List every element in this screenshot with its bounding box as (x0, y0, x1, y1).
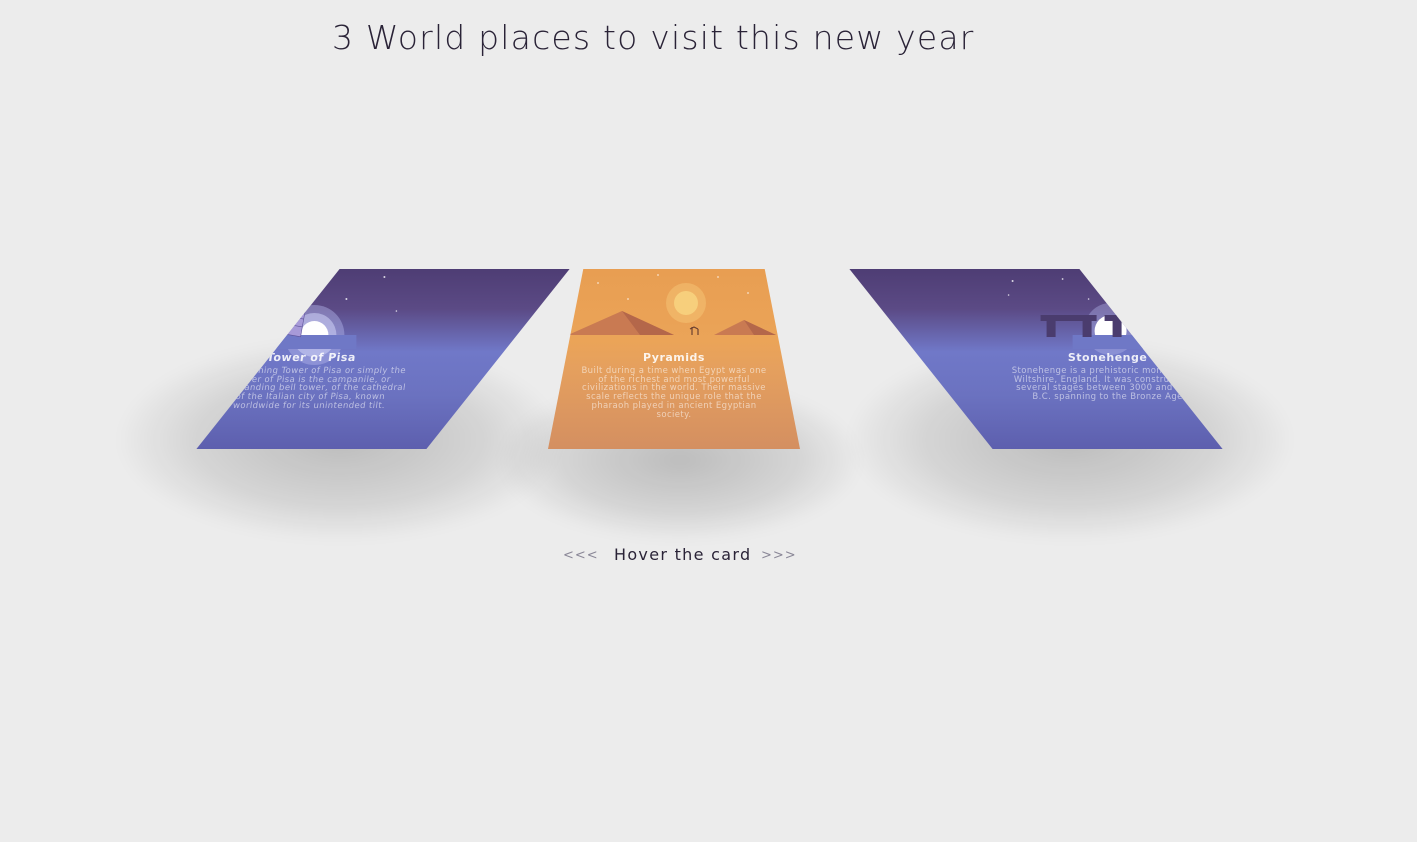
card-title: Pyramids (643, 351, 705, 364)
hover-hint: <<< Hover the card >>> (0, 544, 1417, 566)
card-description: Built during a time when Egypt was one o… (581, 366, 767, 420)
star-icon (1007, 276, 1180, 300)
card-pyramids[interactable]: Pyramids Built during a time when Egypt … (548, 269, 800, 449)
next-arrow[interactable]: >>> (761, 548, 797, 563)
prev-arrow[interactable]: <<< (563, 548, 599, 563)
sun-icon (666, 283, 706, 323)
camel-icon (689, 326, 699, 335)
hint-label: Hover the card (614, 545, 752, 564)
cards-stage: Tower of Pisa The Leaning Tower of Pisa … (0, 0, 1417, 842)
